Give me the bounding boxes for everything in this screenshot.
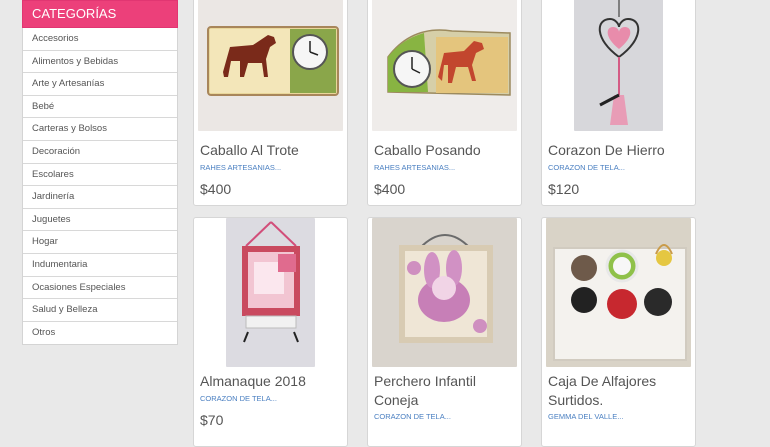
category-item-arte[interactable]: Arte y Artesanías xyxy=(23,73,177,96)
calendar-image xyxy=(242,221,300,343)
category-item-indumentaria[interactable]: Indumentaria xyxy=(23,254,177,277)
product-card[interactable]: Corazon De Hierro CORAZON DE TELA... $12… xyxy=(541,0,696,206)
product-title[interactable]: Caja De Alfajores Surtidos. xyxy=(548,372,668,410)
category-item-carteras[interactable]: Carteras y Bolsos xyxy=(23,118,177,141)
product-image[interactable] xyxy=(226,218,315,367)
horse-clock-image xyxy=(207,26,339,96)
product-title[interactable]: Almanaque 2018 xyxy=(200,372,343,391)
product-seller[interactable]: CORAZON DE TELA... xyxy=(200,394,277,403)
product-image[interactable] xyxy=(372,0,517,131)
product-title[interactable]: Perchero Infantil Coneja xyxy=(374,372,494,410)
product-image[interactable] xyxy=(198,0,343,131)
categories-header: CATEGORÍAS xyxy=(22,0,178,28)
category-item-decoracion[interactable]: Decoración xyxy=(23,141,177,164)
product-card[interactable]: Caballo Posando RAHES ARTESANIAS... $400 xyxy=(367,0,522,206)
product-card[interactable]: Caja De Alfajores Surtidos. GEMMA DEL VA… xyxy=(541,217,696,447)
product-card[interactable]: Almanaque 2018 CORAZON DE TELA... $70 xyxy=(193,217,348,447)
product-seller[interactable]: RAHES ARTESANIAS... xyxy=(374,163,455,172)
category-item-accesorios[interactable]: Accesorios xyxy=(23,28,177,51)
category-item-escolares[interactable]: Escolares xyxy=(23,164,177,187)
bunny-hanger-image xyxy=(399,234,493,343)
category-sidebar: CATEGORÍAS Accesorios Alimentos y Bebida… xyxy=(22,0,178,346)
product-seller[interactable]: RAHES ARTESANIAS... xyxy=(200,163,281,172)
category-item-salud[interactable]: Salud y Belleza xyxy=(23,299,177,322)
product-title[interactable]: Caballo Al Trote xyxy=(200,141,343,160)
horse-clock-image xyxy=(387,29,511,96)
product-seller[interactable]: GEMMA DEL VALLE... xyxy=(548,412,623,421)
category-item-juguetes[interactable]: Juguetes xyxy=(23,209,177,232)
category-item-bebe[interactable]: Bebé xyxy=(23,96,177,119)
product-price: $400 xyxy=(200,181,232,197)
heart-ornament-image xyxy=(598,0,640,125)
category-item-ocasiones[interactable]: Ocasiones Especiales xyxy=(23,277,177,300)
category-item-jardineria[interactable]: Jardinería xyxy=(23,186,177,209)
product-title[interactable]: Caballo Posando xyxy=(374,141,517,160)
product-card[interactable]: Perchero Infantil Coneja CORAZON DE TELA… xyxy=(367,217,522,447)
product-image[interactable] xyxy=(372,218,517,367)
category-item-alimentos[interactable]: Alimentos y Bebidas xyxy=(23,51,177,74)
category-item-hogar[interactable]: Hogar xyxy=(23,231,177,254)
product-image[interactable] xyxy=(574,0,663,131)
product-title[interactable]: Corazon De Hierro xyxy=(548,141,691,160)
product-card[interactable]: Caballo Al Trote RAHES ARTESANIAS... $40… xyxy=(193,0,348,206)
product-image[interactable] xyxy=(546,218,691,367)
alfajores-box-image xyxy=(553,244,687,361)
product-seller[interactable]: CORAZON DE TELA... xyxy=(548,163,625,172)
product-price: $120 xyxy=(548,181,580,197)
product-seller[interactable]: CORAZON DE TELA... xyxy=(374,412,451,421)
product-price: $70 xyxy=(200,412,224,428)
category-item-otros[interactable]: Otros xyxy=(23,322,177,345)
product-price: $400 xyxy=(374,181,406,197)
category-list: Accesorios Alimentos y Bebidas Arte y Ar… xyxy=(22,28,178,346)
